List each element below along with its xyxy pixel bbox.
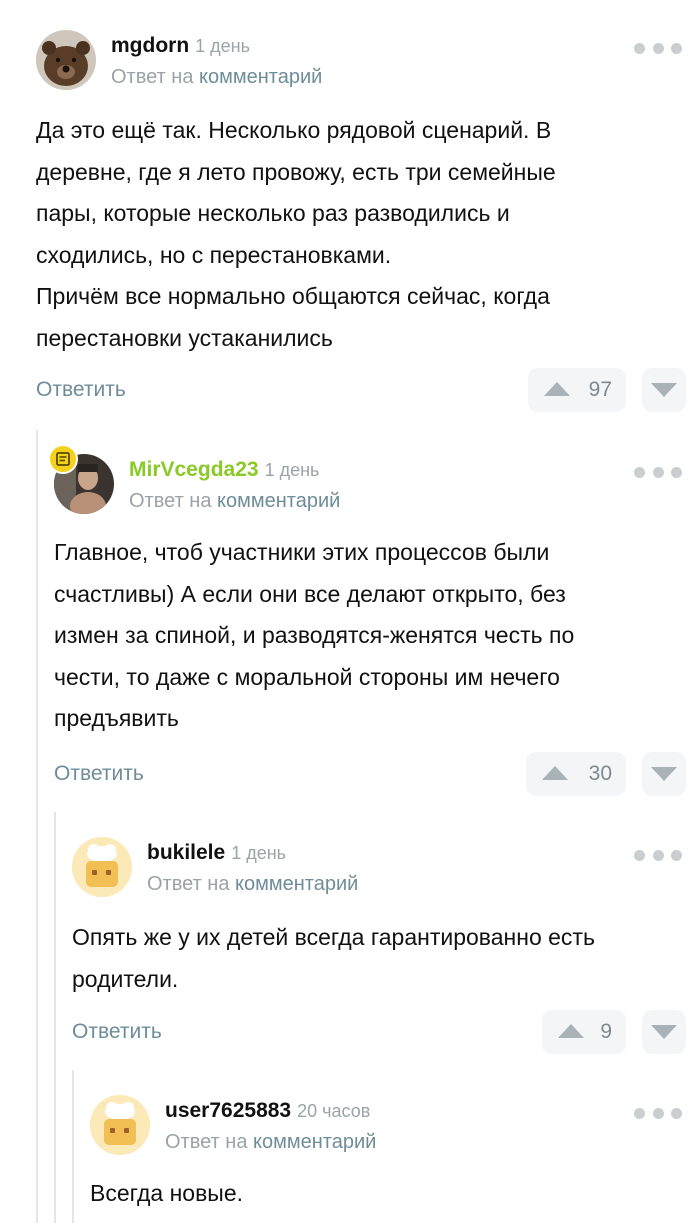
comment-line: родители.: [72, 965, 179, 992]
comment-header: MirVcegda23 1 день Ответ на комментарий: [0, 444, 700, 518]
username[interactable]: bukilele 1 день: [147, 841, 286, 865]
reply-to: Ответ на комментарий: [147, 873, 358, 896]
comment-line: сходились, но с перестановками.: [36, 241, 392, 268]
reply-to-link[interactable]: комментарий: [253, 1131, 376, 1153]
avatar[interactable]: [36, 30, 96, 90]
reply-to-prefix: Ответ на: [129, 490, 212, 512]
reply-to-link[interactable]: комментарий: [217, 490, 340, 512]
comment-text: Опять же у их детей всегда гарантированн…: [72, 917, 595, 1000]
editor-badge-icon: [48, 444, 78, 474]
username-text: bukilele: [147, 841, 226, 864]
reply-to-link[interactable]: комментарий: [235, 873, 358, 895]
more-options-icon[interactable]: [634, 42, 682, 54]
default-avatar-icon: [72, 837, 132, 897]
comment-line: измен за спиной, и разводятся-женятся че…: [54, 622, 575, 648]
reply-button[interactable]: Ответить: [36, 378, 126, 402]
reply-to: Ответ на комментарий: [129, 490, 340, 513]
username[interactable]: mgdorn 1 день: [111, 34, 250, 58]
comment-line: Главное, чтоб участники этих процессов б…: [54, 539, 550, 565]
comment-header: user7625883 20 часов Ответ на комментарий: [0, 1095, 700, 1159]
bear-avatar-icon: [36, 30, 96, 90]
comment-header: bukilele 1 день Ответ на комментарий: [0, 837, 700, 901]
comment-header: mgdorn 1 день Ответ на комментарий: [0, 30, 700, 94]
comment-bukilele: bukilele 1 день Ответ на комментарий Опят…: [0, 837, 700, 1054]
comment-line: пары, которые несколько раз разводились …: [36, 200, 510, 226]
comment-time: 1 день: [264, 460, 320, 480]
more-options-icon[interactable]: [634, 849, 682, 861]
downvote-button[interactable]: [642, 368, 686, 412]
comment-actions: Ответить 30: [0, 752, 700, 796]
upvote-button[interactable]: 9: [542, 1010, 626, 1054]
reply-button[interactable]: Ответить: [72, 1020, 162, 1044]
comment-line: счастливы) А если они все делают открыто…: [54, 580, 566, 607]
comment-line: чести, то даже с моральной стороны им не…: [54, 663, 560, 690]
vote-count: 97: [588, 378, 612, 401]
comment-time: 20 часов: [297, 1101, 371, 1121]
reply-to-link[interactable]: комментарий: [199, 66, 322, 88]
avatar[interactable]: [72, 837, 132, 897]
comment-user7625883: user7625883 20 часов Ответ на комментарий…: [0, 1095, 700, 1206]
downvote-arrow-icon: [651, 383, 677, 397]
comment-line: Причём все нормально общаются сейчас, ко…: [36, 283, 550, 309]
vote-count: 30: [588, 762, 612, 785]
downvote-arrow-icon: [651, 1025, 677, 1039]
reply-button[interactable]: Ответить: [54, 762, 144, 786]
comment-mirvcegda23: MirVcegda23 1 день Ответ на комментарий Г…: [0, 444, 700, 796]
more-options-icon[interactable]: [634, 1107, 682, 1119]
reply-to: Ответ на комментарий: [165, 1131, 376, 1154]
comment-line: предъявить: [54, 705, 179, 731]
reply-to-prefix: Ответ на: [111, 66, 194, 88]
comment-line: Всегда новые.: [90, 1180, 244, 1206]
comment-actions: Ответить 97: [0, 368, 700, 412]
reply-to: Ответ на комментарий: [111, 66, 322, 89]
comment-time: 1 день: [195, 36, 250, 56]
username-text: mgdorn: [111, 34, 190, 57]
comment-line: Опять же у их детей всегда гарантированн…: [72, 924, 595, 950]
username-text: user7625883: [165, 1099, 292, 1122]
upvote-button[interactable]: 97: [528, 368, 626, 412]
vote-count: 9: [600, 1020, 612, 1043]
username-text: MirVcegda23: [129, 458, 259, 481]
downvote-arrow-icon: [651, 767, 677, 781]
more-options-icon[interactable]: [634, 466, 682, 478]
comment-text: Да это ещё так. Несколько рядовой сценар…: [36, 110, 556, 359]
comment-actions: Ответить 9: [0, 1010, 700, 1054]
upvote-button[interactable]: 30: [526, 752, 626, 796]
upvote-arrow-icon: [544, 382, 570, 396]
downvote-button[interactable]: [642, 752, 686, 796]
default-avatar-icon: [90, 1095, 150, 1155]
reply-to-prefix: Ответ на: [165, 1131, 248, 1153]
comment-text: Всегда новые.: [90, 1173, 243, 1215]
avatar[interactable]: [90, 1095, 150, 1155]
comment-line: перестановки устаканились: [36, 324, 333, 351]
username[interactable]: MirVcegda23 1 день: [129, 458, 319, 482]
upvote-arrow-icon: [558, 1024, 584, 1038]
comment-mgdorn: mgdorn 1 день Ответ на комментарий Да это…: [0, 30, 700, 412]
downvote-button[interactable]: [642, 1010, 686, 1054]
comment-time: 1 день: [231, 843, 287, 863]
comment-line: деревне, где я лето провожу, есть три се…: [36, 158, 556, 185]
username[interactable]: user7625883 20 часов: [165, 1099, 370, 1123]
reply-to-prefix: Ответ на: [147, 873, 230, 895]
comment-line: Да это ещё так. Несколько рядовой сценар…: [36, 117, 552, 143]
comment-text: Главное, чтоб участники этих процессов б…: [54, 532, 574, 740]
upvote-arrow-icon: [542, 766, 568, 780]
